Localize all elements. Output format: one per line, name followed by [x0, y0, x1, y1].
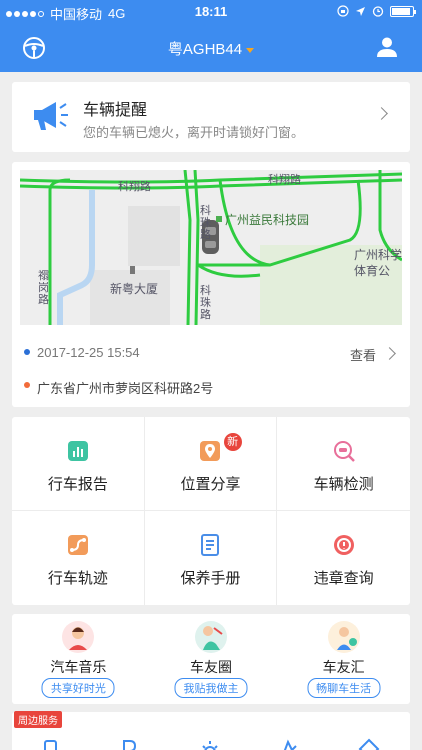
violation-query-button[interactable]: 违章查询 [277, 511, 410, 605]
track-icon [67, 535, 88, 555]
new-badge: 新 [223, 433, 242, 451]
feature-label: 行车报告 [47, 476, 108, 493]
weather-icon[interactable] [199, 738, 221, 750]
megaphone-icon [34, 102, 68, 130]
map-label: 广州科学 [354, 248, 402, 262]
user-icon[interactable] [376, 36, 398, 58]
status-bar: 中国移动 4G 18:11 [0, 0, 422, 24]
status-right [337, 5, 416, 17]
location-address: 广东省广州市萝岗区科研路2号 [37, 381, 214, 396]
car-music-button[interactable]: 汽车音乐 共享好时光 [12, 614, 145, 704]
track-button[interactable]: 行车轨迹 [12, 511, 145, 605]
car-circle-button[interactable]: 车友圈 我贴我做主 [145, 614, 278, 704]
chevron-down-icon [246, 47, 255, 53]
app-header: 中国移动 4G 18:11 粤AGHB44 [0, 0, 422, 72]
vehicle-check-button[interactable]: 车辆检测 [277, 417, 410, 511]
address-row: 广东省广州市萝岗区科研路2号 [24, 376, 398, 396]
social-tag: 畅聊车生活 [307, 678, 381, 698]
map-label: 科珠路 [200, 285, 211, 321]
park-marker-icon [216, 216, 222, 222]
battery-icon [390, 5, 416, 17]
music-avatar-icon [62, 621, 95, 653]
map-label: 广州益民科技园 [225, 213, 310, 227]
map-label: 科珠路 [200, 205, 211, 241]
vehicle-location-card: 科翔路 科翔路 科珠路 科珠路 禤岗路 广州益民科技园 新粤大厦 广州科学 体育… [12, 162, 410, 407]
social-row: 汽车音乐 共享好时光 车友圈 我贴我做主 车友汇 畅聊车生活 [12, 614, 410, 704]
car-wash-icon[interactable] [278, 738, 300, 750]
feature-label: 行车轨迹 [47, 570, 108, 587]
chevron-right-icon [375, 107, 388, 120]
vehicle-check-icon [333, 441, 355, 462]
driving-report-icon [67, 441, 88, 461]
services-tag: 周边服务 [14, 711, 62, 728]
header-bar: 粤AGHB44 [0, 28, 422, 68]
address-dot [24, 382, 30, 388]
car-circle-avatar-icon [195, 621, 227, 653]
maintenance-manual-icon [201, 534, 220, 556]
car-club-avatar-icon [327, 621, 360, 653]
location-share-button[interactable]: 新 位置分享 [144, 417, 278, 511]
map-label: 科翔路 [118, 181, 151, 193]
more-services-icon[interactable] [358, 738, 380, 750]
reminder-title: 车辆提醒 [83, 102, 148, 119]
social-name: 汽车音乐 [50, 659, 107, 675]
nearby-services-card: 周边服务 [12, 711, 410, 750]
chevron-right-icon [383, 347, 396, 360]
gas-station-icon[interactable] [42, 738, 64, 750]
feature-label: 违章查询 [313, 570, 374, 587]
maintenance-manual-button[interactable]: 保养手册 [145, 511, 278, 605]
timestamp-dot [24, 349, 30, 355]
vehicle-map[interactable]: 科翔路 科翔路 科珠路 科珠路 禤岗路 广州益民科技园 新粤大厦 广州科学 体育… [20, 170, 402, 325]
feature-label: 车辆检测 [313, 476, 374, 493]
social-tag: 共享好时光 [41, 678, 115, 698]
violation-query-icon [333, 535, 354, 555]
social-name: 车友圈 [190, 659, 232, 675]
reminder-message: 您的车辆已熄火，离开时请锁好门窗。 [83, 125, 305, 140]
location-arrow-icon [356, 6, 365, 16]
plate-number: 粤AGHB44 [167, 41, 243, 58]
vehicle-reminder-card[interactable]: 车辆提醒 您的车辆已熄火，离开时请锁好门窗。 [12, 82, 410, 152]
location-share-icon [200, 441, 221, 461]
timestamp-row: 2017-12-25 15:54 查看 [24, 343, 398, 363]
feature-label: 位置分享 [180, 476, 241, 493]
building-icon [130, 266, 135, 274]
rotation-lock-icon [337, 5, 349, 17]
map-label: 禤岗路 [38, 270, 49, 306]
view-map-link[interactable]: 查看 [350, 345, 376, 364]
alarm-icon [372, 6, 384, 17]
map-label: 新粤大厦 [110, 282, 159, 296]
social-name: 车友汇 [322, 659, 365, 675]
map-label: 科翔路 [268, 174, 301, 186]
car-club-button[interactable]: 车友汇 畅聊车生活 [277, 614, 410, 704]
social-tag: 我贴我做主 [174, 678, 248, 698]
feature-label: 保养手册 [180, 570, 241, 587]
vehicle-selector[interactable]: 粤AGHB44 [0, 38, 422, 59]
feature-grid: 行车报告 新 位置分享 车辆检测 行车轨迹 保养手册 违章查询 [12, 417, 410, 605]
location-timestamp: 2017-12-25 15:54 [37, 345, 140, 360]
parking-icon[interactable] [118, 738, 140, 750]
map-label: 体育公 [354, 264, 391, 278]
driving-report-button[interactable]: 行车报告 [12, 417, 145, 511]
